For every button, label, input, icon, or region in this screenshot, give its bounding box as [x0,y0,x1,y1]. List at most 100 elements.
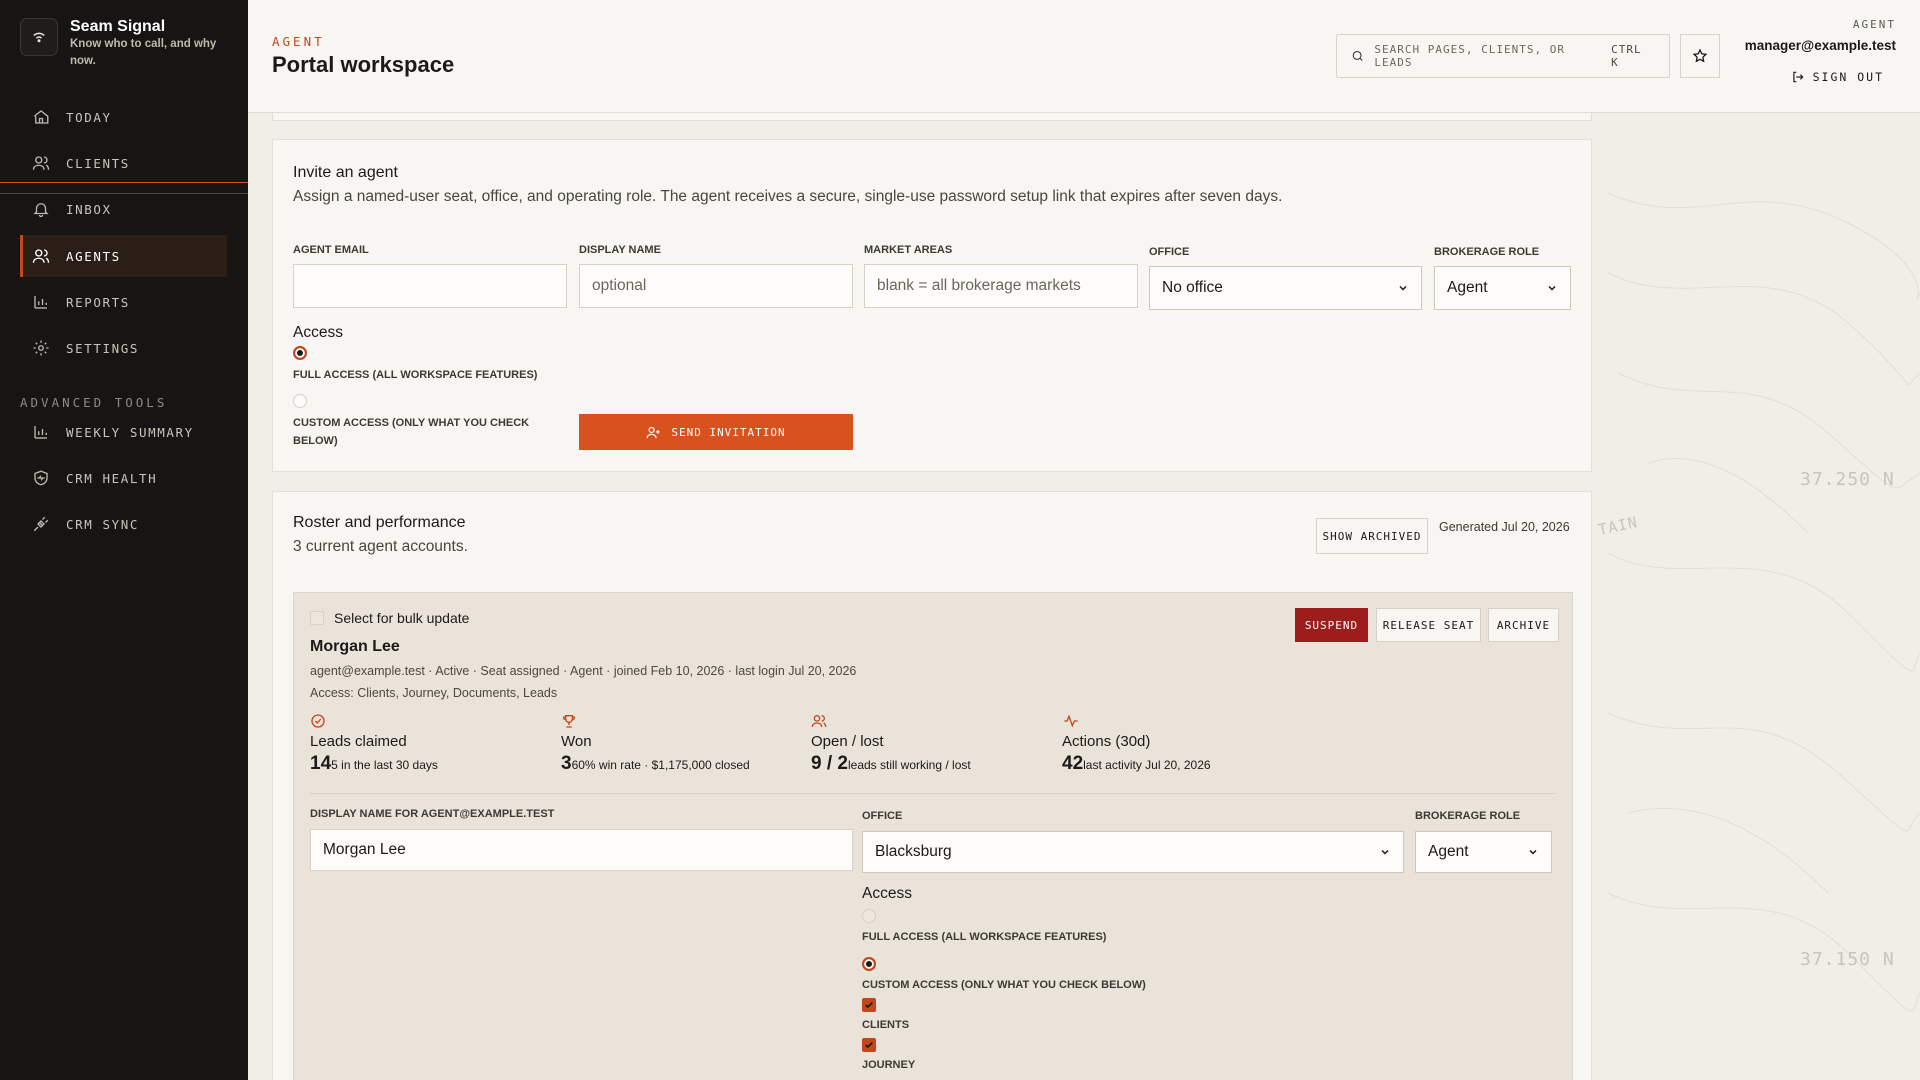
sidebar: Seam Signal Know who to call, and why no… [0,0,248,1080]
perm-journey-checkbox[interactable] [862,1038,876,1052]
gear-icon [33,340,49,356]
map-latitude-label: 37.250 N [1800,469,1895,490]
nav-label: CLIENTS [66,155,130,171]
search-placeholder: SEARCH PAGES, CLIENTS, OR LEADS [1374,43,1565,69]
stat-note: last activity Jul 20, 2026 [1083,758,1211,772]
nav-label: REPORTS [66,294,130,310]
nav-item-today[interactable]: TODAY [20,96,227,138]
stat-note: 5 in the last 30 days [331,758,438,772]
stat-label: Open / lost [811,733,884,750]
agent-meta: agent@example.test · Active · Seat assig… [310,664,857,678]
agent-role-label: BROKERAGE ROLE [1415,810,1521,822]
nav-item-weekly-summary[interactable]: WEEKLY SUMMARY [20,411,227,453]
full-access-radio[interactable] [293,346,307,360]
stat-note: leads still working / lost [847,758,971,772]
page-eyebrow: AGENT [272,34,325,49]
brokerage-role-label: BROKERAGE ROLE [1434,246,1540,258]
favorite-button[interactable] [1680,34,1720,78]
show-archived-button[interactable]: SHOW ARCHIVED [1316,518,1428,554]
nav-item-reports[interactable]: REPORTS [20,281,227,323]
release-seat-button[interactable]: RELEASE SEAT [1376,608,1481,642]
brand-tagline: Know who to call, and why now. [70,38,217,67]
bulk-select-checkbox[interactable] [310,611,324,625]
nav-label: AGENTS [66,248,121,264]
agent-email-label: AGENT EMAIL [293,244,369,256]
nav-label: TODAY [66,109,112,125]
market-areas-input[interactable]: blank = all brokerage markets [864,264,1138,308]
stat-value: 42last activity Jul 20, 2026 [1062,753,1211,774]
agent-role-select[interactable]: Agent [1415,831,1552,873]
chevron-down-icon [1529,849,1537,855]
search-input[interactable]: SEARCH PAGES, CLIENTS, OR LEADS CTRL K [1336,34,1670,78]
star-icon [1692,48,1708,63]
office-selected: No office [1162,279,1223,296]
user-email: manager@example.test [1744,38,1896,53]
bell-icon [33,203,49,218]
roster-card: Roster and performance 3 current agent a… [272,491,1592,1080]
brand[interactable]: Seam Signal Know who to call, and why no… [20,18,220,70]
user-role: AGENT [1852,18,1896,31]
market-areas-label: MARKET AREAS [864,244,953,256]
divider [310,793,1556,794]
nav-item-crm-sync[interactable]: CRM SYNC [20,503,227,545]
perm-clients-label: CLIENTS [862,1019,910,1031]
log-out-icon [1792,71,1804,83]
page-title: Portal workspace [272,52,455,77]
agent-custom-access-radio[interactable] [862,957,876,971]
display-name-input[interactable]: optional [579,264,853,308]
nav-item-crm-health[interactable]: CRM HEALTH [20,457,227,499]
chevron-down-icon [1548,285,1556,291]
agent-display-name-input[interactable]: Morgan Lee [310,829,853,871]
check-icon [865,1001,873,1009]
plug-icon [33,516,49,532]
archive-button[interactable]: ARCHIVE [1488,608,1559,642]
nav-item-clients[interactable]: CLIENTS [20,142,227,184]
generated-date: Generated Jul 20, 2026 [1439,520,1570,534]
stat-label: Won [561,733,592,750]
stat-label: Actions (30d) [1062,733,1151,750]
brokerage-role-select[interactable]: Agent [1434,266,1571,310]
users-icon [811,715,827,728]
users-icon [32,156,50,170]
bar-chart-icon [34,426,47,439]
office-select[interactable]: No office [1149,266,1422,310]
main-content[interactable]: 37.250 N 37.150 N TAIN Invite an agent A… [248,113,1920,1080]
brand-name: Seam Signal [70,18,166,35]
agent-full-access-label: FULL ACCESS (ALL WORKSPACE FEATURES) [862,931,1107,943]
suspend-button[interactable]: SUSPEND [1295,608,1368,642]
nav-label: INBOX [66,201,112,217]
role-selected: Agent [1447,279,1488,296]
send-invitation-label: SEND INVITATION [671,425,786,439]
perm-journey-label: JOURNEY [862,1059,916,1071]
agent-role-selected: Agent [1428,843,1469,860]
perm-clients-checkbox[interactable] [862,998,876,1012]
sign-out-button[interactable]: SIGN OUT [1791,70,1884,84]
access-heading: Access [293,324,343,341]
check-circle-icon [311,714,325,728]
agent-full-access-radio[interactable] [862,909,876,923]
nav-item-settings[interactable]: SETTINGS [20,327,227,369]
top-header: AGENT Portal workspace SEARCH PAGES, CLI… [248,0,1920,113]
roster-title: Roster and performance [293,514,466,531]
search-shortcut: CTRL K [1611,43,1642,69]
chevron-down-icon [1399,285,1407,291]
agent-email-input[interactable] [293,264,567,308]
agent-custom-access-label: CUSTOM ACCESS (ONLY WHAT YOU CHECK BELOW… [862,979,1146,991]
activity-icon [1064,714,1078,728]
nav-item-inbox[interactable]: INBOX [20,188,227,230]
custom-access-radio[interactable] [293,394,307,408]
chevron-down-icon [1381,849,1389,855]
agent-office-select[interactable]: Blacksburg [862,831,1404,873]
agent-access-heading: Access [862,885,912,902]
nav-label: CRM HEALTH [66,470,158,486]
check-icon [865,1041,873,1049]
nav-item-agents[interactable]: AGENTS [20,235,227,277]
search-icon [1352,50,1363,61]
users-icon [32,249,50,263]
stat-value: 145 in the last 30 days [310,753,438,774]
advanced-tools-heading: ADVANCED TOOLS [20,395,168,410]
user-plus-icon [646,426,661,438]
nav-label: SETTINGS [66,340,140,356]
trophy-icon [562,715,576,728]
send-invitation-button[interactable]: SEND INVITATION [579,414,853,450]
